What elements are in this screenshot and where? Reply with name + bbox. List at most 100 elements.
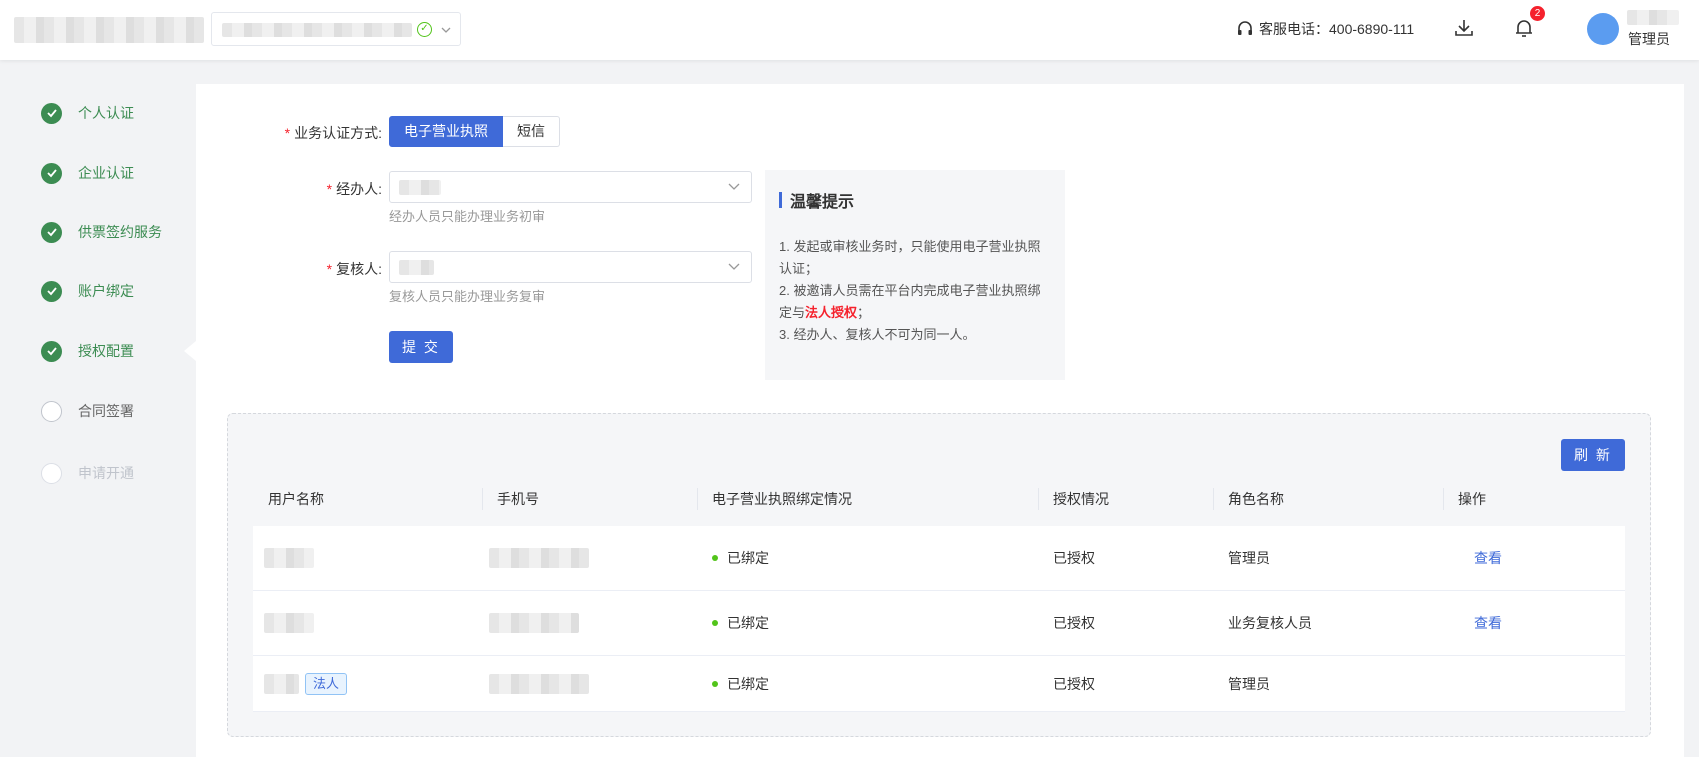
auth-cell: 已授权 [1053,615,1095,631]
col-username: 用户名称 [268,491,324,507]
check-circle-icon [41,102,62,124]
step-authorization-config[interactable]: 授权配置 [41,339,134,363]
verified-check-icon: ✓ [417,22,432,37]
username-cell: 法人 [253,656,482,711]
binding-cell: 已绑定 [697,656,1038,711]
tip-item: 1. 发起或审核业务时，只能使用电子营业执照认证； [779,239,1041,276]
handler-label: * 经办人: [326,181,382,197]
reviewer-hint: 复核人员只能办理业务复审 [389,289,546,304]
company-name-redacted [222,23,412,37]
binding-status: 已绑定 [727,550,769,566]
auth-method-toggle: 电子营业执照 短信 [389,116,560,147]
tips-panel: 温馨提示 1. 发起或审核业务时，只能使用电子营业执照认证； 2. 被邀请人员需… [765,170,1065,380]
phone-cell [482,526,697,590]
step-personal-auth[interactable]: 个人认证 [41,101,134,125]
col-license-binding: 电子营业执照绑定情况 [697,472,1038,526]
binding-status: 已绑定 [727,615,769,631]
table-row: 已绑定 已授权 管理员 查看 [253,526,1625,591]
username-cell [253,591,482,655]
hotline-text: 客服电话：400-6890-111 [1259,21,1415,37]
tip-item: 3. 经办人、复核人不可为同一人。 [779,327,976,342]
legal-auth-highlight: 法人授权 [805,305,858,320]
active-step-pointer [184,341,196,361]
tips-title: 温馨提示 [779,188,1051,212]
binding-cell: 已绑定 [697,526,1038,590]
company-select[interactable]: ✓ [211,12,461,46]
phone-redacted [489,613,579,633]
phone-redacted [489,548,589,568]
username-cell [253,526,482,590]
step-ticket-signing[interactable]: 供票签约服务 [41,220,162,244]
phone-redacted [489,673,589,694]
avatar[interactable] [1587,13,1619,45]
step-label: 申请开通 [78,465,134,481]
step-label: 授权配置 [78,343,134,359]
chevron-down-icon [728,263,740,270]
top-header: ✓ 客服电话：400-6890-111 2 管理员 [0,0,1699,60]
action-cell: 查看 [1443,526,1625,590]
check-circle-icon [41,162,62,184]
notification-badge: 2 [1530,6,1545,21]
status-dot [712,620,718,626]
phone-cell [482,591,697,655]
step-contract-signing[interactable]: 合同签署 [41,399,134,423]
auth-option-business-license[interactable]: 电子营业执照 [389,116,503,147]
username-redacted [264,673,299,694]
username-redacted [1627,10,1679,25]
role-cell: 管理员 [1228,550,1270,566]
step-sidebar: 个人认证 企业认证 供票签约服务 账户绑定 授权配置 合同签署 申请开通 [0,60,196,757]
auth-option-sms[interactable]: 短信 [503,116,560,147]
refresh-button[interactable]: 刷 新 [1561,439,1625,471]
step-label: 供票签约服务 [78,224,162,240]
check-circle-icon [41,340,62,362]
reviewer-select[interactable] [389,251,752,283]
chevron-down-icon [441,27,451,33]
col-actions: 操作 [1443,472,1625,526]
status-dot [712,680,718,687]
empty-circle-icon [41,400,62,422]
role-cell: 业务复核人员 [1228,615,1312,631]
step-enterprise-auth[interactable]: 企业认证 [41,161,134,185]
action-cell: 查看 [1443,591,1625,655]
auth-cell: 已授权 [1053,550,1095,566]
col-phone: 手机号 [482,472,697,526]
customer-service-hotline: 客服电话：400-6890-111 [1236,18,1414,40]
empty-circle-icon [41,462,62,484]
table-row: 已绑定 已授权 业务复核人员 查看 [253,591,1625,656]
submit-button[interactable]: 提 交 [389,331,453,363]
handler-hint: 经办人员只能办理业务初审 [389,209,546,224]
check-circle-icon [41,280,62,302]
handler-value-redacted [399,180,441,195]
status-dot [712,555,718,561]
table-row: 法人 已绑定 已授权 管理员 [253,656,1625,712]
reviewer-label: * 复核人: [326,261,382,277]
auth-method-label: * 业务认证方式: [284,125,382,141]
view-link[interactable]: 查看 [1458,548,1502,568]
reviewer-value-redacted [399,260,434,275]
view-link[interactable]: 查看 [1458,613,1502,633]
chevron-down-icon [728,183,740,190]
auth-cell: 已授权 [1053,675,1095,692]
binding-status: 已绑定 [727,675,769,692]
table-header: 用户名称 手机号 电子营业执照绑定情况 授权情况 角色名称 操作 [253,472,1625,526]
phone-cell [482,656,697,711]
check-circle-icon [41,221,62,243]
user-table: 用户名称 手机号 电子营业执照绑定情况 授权情况 角色名称 操作 已绑定 已授权… [253,472,1625,712]
step-label: 账户绑定 [78,283,134,299]
logo[interactable] [14,17,204,43]
username-redacted [264,548,314,568]
binding-cell: 已绑定 [697,591,1038,655]
step-account-binding[interactable]: 账户绑定 [41,279,134,303]
tips-list: 1. 发起或审核业务时，只能使用电子营业执照认证； 2. 被邀请人员需在平台内完… [779,236,1051,346]
step-label: 企业认证 [78,165,134,181]
username-redacted [264,613,314,633]
handler-select[interactable] [389,171,752,203]
col-authorization: 授权情况 [1038,472,1213,526]
user-role: 管理员 [1628,31,1670,47]
download-icon[interactable] [1452,16,1476,40]
step-apply-activation: 申请开通 [41,461,134,485]
col-role: 角色名称 [1213,472,1443,526]
tip-item: 2. 被邀请人员需在平台内完成电子营业执照绑定与法人授权； [779,283,1041,320]
headset-icon [1238,21,1252,35]
role-cell: 管理员 [1228,675,1270,692]
